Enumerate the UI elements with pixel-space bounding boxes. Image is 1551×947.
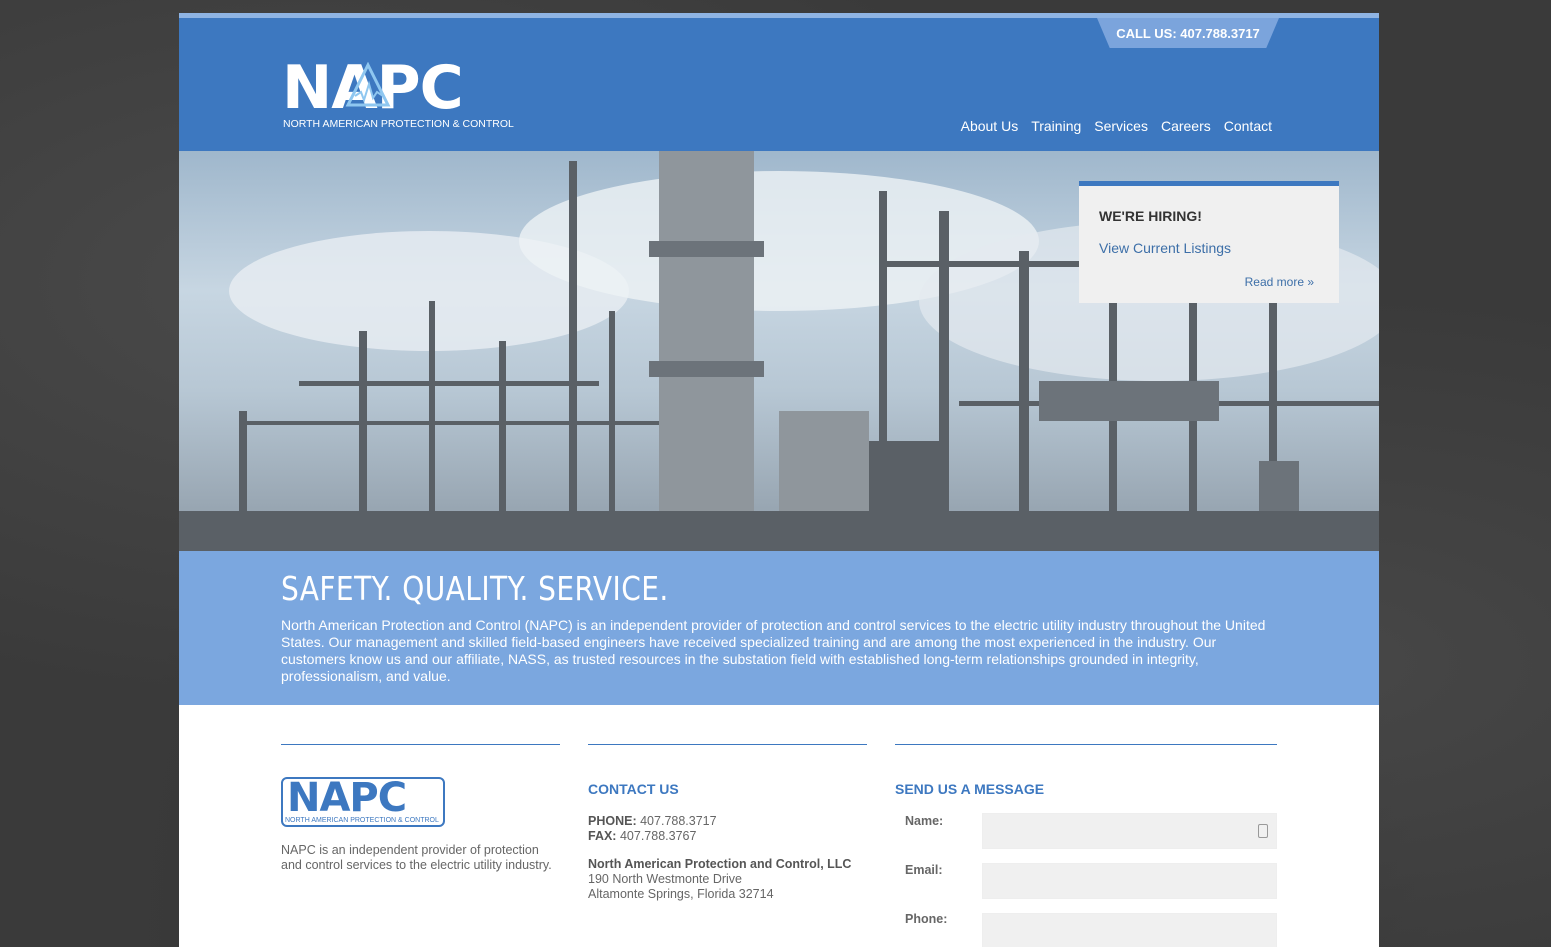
site-header: CALL US: 407.788.3717 NAPC NORTH AMERICA… [179, 13, 1379, 151]
company-name: North American Protection and Control, L… [588, 857, 852, 871]
read-more-link[interactable]: Read more » [1245, 275, 1314, 289]
nav-about-us[interactable]: About Us [961, 118, 1019, 134]
nav-careers[interactable]: Careers [1161, 118, 1211, 134]
address-line1: 190 North Westmonte Drive [588, 872, 742, 886]
site-logo[interactable]: NAPC NORTH AMERICAN PROTECTION & CONTROL [282, 53, 514, 130]
fax-label: FAX: [588, 829, 617, 843]
view-listings-link[interactable]: View Current Listings [1099, 240, 1231, 256]
hero-image: WE'RE HIRING! View Current Listings Read… [179, 151, 1379, 551]
intro-body: North American Protection and Control (N… [281, 617, 1266, 684]
hiring-card: WE'RE HIRING! View Current Listings Read… [1079, 181, 1339, 303]
footer-message-form: SEND US A MESSAGE Name: Email: Phone: [895, 744, 1277, 947]
logo-triangle-icon [345, 62, 391, 107]
contact-card-icon[interactable] [1258, 824, 1268, 838]
form-title: SEND US A MESSAGE [895, 781, 1045, 797]
email-label: Email: [905, 863, 943, 877]
contact-title: CONTACT US [588, 781, 679, 797]
name-input[interactable] [982, 813, 1277, 849]
hiring-title: WE'RE HIRING! [1099, 208, 1202, 224]
intro-band: SAFETY. QUALITY. SERVICE. North American… [179, 551, 1379, 705]
call-us-tab[interactable]: CALL US: 407.788.3717 [1097, 18, 1279, 48]
intro-heading: SAFETY. QUALITY. SERVICE. [281, 569, 669, 608]
logo-text: NAPC [282, 53, 464, 123]
main-nav: About Us Training Services Careers Conta… [961, 118, 1272, 134]
nav-contact[interactable]: Contact [1224, 118, 1272, 134]
footer-about: NAPC NORTH AMERICAN PROTECTION & CONTROL… [281, 744, 560, 872]
footer-logo-subtitle: NORTH AMERICAN PROTECTION & CONTROL [285, 817, 439, 824]
footer-description: NAPC is an independent provider of prote… [281, 843, 552, 872]
footer-logo[interactable]: NAPC NORTH AMERICAN PROTECTION & CONTROL [281, 777, 445, 827]
email-input[interactable] [982, 863, 1277, 899]
footer-contact: CONTACT US PHONE: 407.788.3717 FAX: 407.… [588, 744, 867, 901]
phone-value[interactable]: 407.788.3717 [640, 814, 716, 828]
logo-subtitle: NORTH AMERICAN PROTECTION & CONTROL [283, 118, 514, 130]
fax-line: FAX: 407.788.3767 [588, 829, 696, 843]
phone-input[interactable] [982, 913, 1277, 947]
address-line2: Altamonte Springs, Florida 32714 [588, 887, 774, 901]
nav-training[interactable]: Training [1031, 118, 1081, 134]
name-label: Name: [905, 814, 944, 828]
phone-line: PHONE: 407.788.3717 [588, 814, 717, 828]
fax-value: 407.788.3767 [619, 829, 697, 843]
phone-field-label: Phone: [905, 912, 948, 926]
page: CALL US: 407.788.3717 NAPC NORTH AMERICA… [179, 13, 1379, 947]
footer-logo-text: NAPC [287, 775, 407, 821]
nav-services[interactable]: Services [1094, 118, 1148, 134]
phone-label: PHONE: [588, 814, 637, 828]
